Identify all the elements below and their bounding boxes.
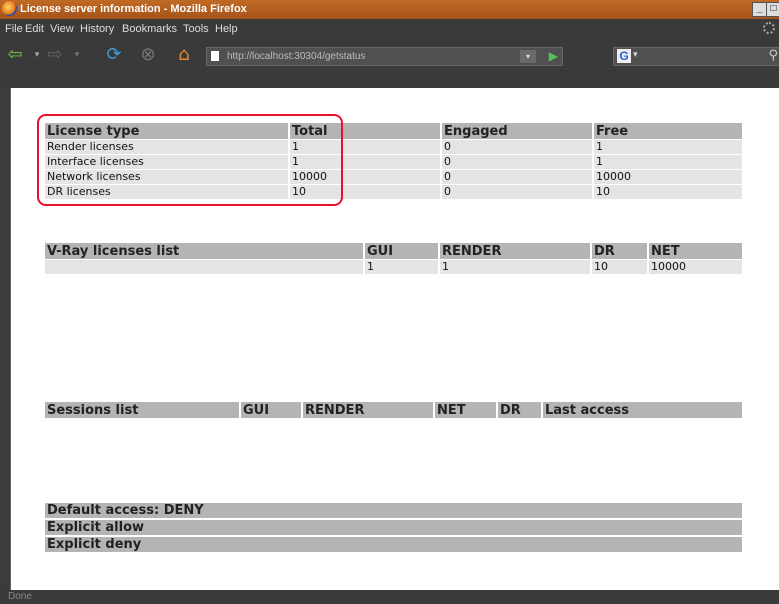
header-last-access: Last access bbox=[543, 402, 742, 418]
status-text: Done bbox=[8, 591, 32, 602]
search-icon[interactable]: ⚲ bbox=[768, 48, 778, 63]
toolbar-gap bbox=[0, 71, 779, 88]
menu-tools[interactable]: Tools bbox=[183, 23, 209, 35]
header-dr: DR bbox=[498, 402, 541, 418]
navigation-toolbar: ⇦ ▾ ⇨ ▾ ⟳ ⊗ ⌂ http://localhost:30304/get… bbox=[0, 39, 779, 71]
table-header-row: V-Ray licenses list GUI RENDER DR NET bbox=[45, 243, 742, 259]
sessions-table: Sessions list GUI RENDER NET DR Last acc… bbox=[43, 401, 744, 419]
activity-throbber-icon bbox=[763, 22, 775, 34]
menu-bookmarks[interactable]: Bookmarks bbox=[122, 23, 177, 35]
title-bar: License server information - Mozilla Fir… bbox=[0, 0, 779, 19]
cell-dr: 10 bbox=[592, 260, 647, 274]
google-search-engine-icon[interactable]: G bbox=[617, 49, 631, 63]
header-vray-list: V-Ray licenses list bbox=[45, 243, 363, 259]
menu-view[interactable]: View bbox=[50, 23, 74, 35]
address-url[interactable]: http://localhost:30304/getstatus bbox=[227, 51, 365, 62]
menu-help[interactable]: Help bbox=[215, 23, 238, 35]
window-title: License server information - Mozilla Fir… bbox=[20, 3, 247, 15]
header-engaged: Engaged bbox=[442, 123, 592, 139]
forward-history-dropdown-icon[interactable]: ▾ bbox=[66, 45, 88, 65]
cell-gui: 1 bbox=[365, 260, 438, 274]
header-gui: GUI bbox=[241, 402, 301, 418]
forward-arrow-icon[interactable]: ⇨ bbox=[44, 45, 66, 65]
cell-name bbox=[45, 260, 363, 274]
page-content: License type Total Engaged Free Render l… bbox=[10, 88, 779, 590]
cell-net: 10000 bbox=[649, 260, 742, 274]
go-arrow-icon[interactable]: ▶ bbox=[549, 49, 558, 63]
status-bar: Done bbox=[0, 590, 779, 604]
menu-edit[interactable]: Edit bbox=[25, 23, 44, 35]
menu-file[interactable]: File bbox=[5, 23, 23, 35]
address-bar[interactable]: http://localhost:30304/getstatus ▾ ▶ bbox=[206, 47, 563, 66]
menu-bar: File Edit View History Bookmarks Tools H… bbox=[0, 19, 779, 39]
explicit-allow-bar: Explicit allow bbox=[45, 520, 742, 535]
stop-icon[interactable]: ⊗ bbox=[137, 45, 159, 65]
firefox-logo-icon bbox=[2, 1, 17, 16]
cell-free: 1 bbox=[594, 155, 742, 169]
search-box[interactable]: G ▾ ⚲ bbox=[613, 47, 779, 66]
header-render: RENDER bbox=[440, 243, 590, 259]
header-net: NET bbox=[435, 402, 496, 418]
browser-window: License server information - Mozilla Fir… bbox=[0, 0, 779, 604]
cell-free: 10000 bbox=[594, 170, 742, 184]
page-icon bbox=[211, 51, 219, 61]
menu-history[interactable]: History bbox=[80, 23, 114, 35]
back-arrow-icon[interactable]: ⇦ bbox=[4, 45, 26, 65]
table-header-row: Sessions list GUI RENDER NET DR Last acc… bbox=[45, 402, 742, 418]
header-free: Free bbox=[594, 123, 742, 139]
maximize-button[interactable]: □ bbox=[766, 2, 779, 17]
minimize-button[interactable]: _ bbox=[752, 2, 767, 17]
header-net: NET bbox=[649, 243, 742, 259]
home-icon[interactable]: ⌂ bbox=[173, 45, 195, 65]
cell-engaged: 0 bbox=[442, 185, 592, 199]
table-row: 1 1 10 10000 bbox=[45, 260, 742, 274]
explicit-deny-bar: Explicit deny bbox=[45, 537, 742, 552]
cell-engaged: 0 bbox=[442, 155, 592, 169]
cell-free: 10 bbox=[594, 185, 742, 199]
header-sessions-list: Sessions list bbox=[45, 402, 239, 418]
reload-icon[interactable]: ⟳ bbox=[103, 45, 125, 65]
cell-free: 1 bbox=[594, 140, 742, 154]
cell-render: 1 bbox=[440, 260, 590, 274]
header-gui: GUI bbox=[365, 243, 438, 259]
cell-engaged: 0 bbox=[442, 170, 592, 184]
header-dr: DR bbox=[592, 243, 647, 259]
vray-licenses-table: V-Ray licenses list GUI RENDER DR NET 1 … bbox=[43, 242, 744, 275]
header-render: RENDER bbox=[303, 402, 433, 418]
cell-engaged: 0 bbox=[442, 140, 592, 154]
search-engine-dropdown-icon[interactable]: ▾ bbox=[633, 50, 638, 60]
default-access-bar: Default access: DENY bbox=[45, 503, 742, 518]
url-history-dropdown-icon[interactable]: ▾ bbox=[520, 50, 536, 63]
highlight-annotation bbox=[37, 114, 343, 206]
